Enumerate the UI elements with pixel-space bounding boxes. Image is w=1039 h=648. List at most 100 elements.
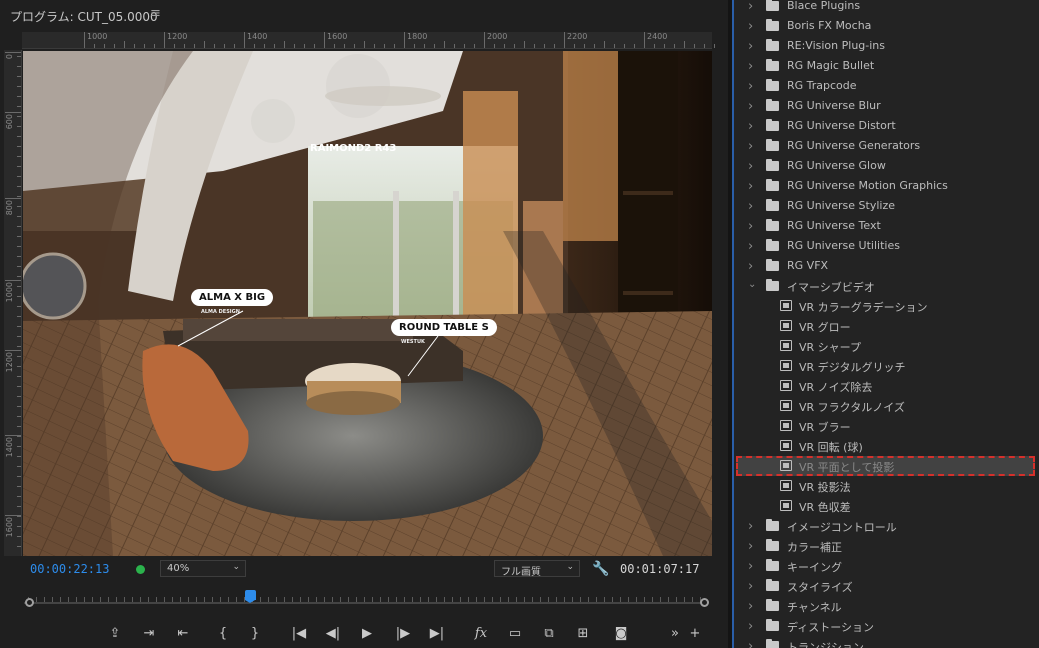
ruler-tick xyxy=(17,286,21,287)
mark-in-button[interactable]: ⇥ xyxy=(138,624,160,642)
chevron-right-icon[interactable]: › xyxy=(748,39,753,54)
effect-folder[interactable]: › キーイング xyxy=(734,556,1039,576)
monitor-title[interactable]: プログラム: CUT_05.0000 xyxy=(10,8,158,25)
effect-item[interactable]: VR デジタルグリッチ xyxy=(734,356,1039,376)
current-timecode[interactable]: 00:00:22:13 xyxy=(30,562,109,576)
chevron-right-icon[interactable]: › xyxy=(748,119,753,134)
chevron-right-icon[interactable]: › xyxy=(748,179,753,194)
scrub-track[interactable] xyxy=(24,602,708,604)
safe-margins-button[interactable]: ▭ xyxy=(504,624,526,642)
playhead[interactable] xyxy=(245,590,256,603)
chevron-right-icon[interactable]: › xyxy=(748,539,753,554)
effect-folder[interactable]: › RG Trapcode xyxy=(734,76,1039,96)
effect-item[interactable]: VR ノイズ除去 xyxy=(734,376,1039,396)
playback-quality-select[interactable]: フル画質 ⌄ xyxy=(494,560,580,578)
chevron-right-icon[interactable]: › xyxy=(748,99,753,114)
effect-folder[interactable]: › イメージコントロール xyxy=(734,516,1039,536)
effect-label: RG Universe Glow xyxy=(787,159,886,172)
ruler-label: 1600 xyxy=(327,32,348,41)
step-back-button[interactable]: ◀| xyxy=(322,624,344,642)
effect-folder[interactable]: › Blace Plugins xyxy=(734,0,1039,16)
chevron-right-icon[interactable]: › xyxy=(748,159,753,174)
effect-item[interactable]: VR グロー xyxy=(734,316,1039,336)
ruler-tick xyxy=(17,136,21,137)
camera-button[interactable]: ◙ xyxy=(610,624,632,642)
ruler-tick xyxy=(17,146,21,147)
play-button[interactable]: ▶ xyxy=(356,624,378,642)
chevron-right-icon[interactable]: › xyxy=(748,79,753,94)
round-table-sub-label: WESTUK xyxy=(401,339,425,345)
effect-folder[interactable]: › RG Universe Stylize xyxy=(734,196,1039,216)
video-preview[interactable]: RAIMOND2 R43 ALMA X BIG ALMA DESIGN ROUN… xyxy=(23,51,712,556)
effect-folder[interactable]: › RG Universe Text xyxy=(734,216,1039,236)
add-button[interactable]: + xyxy=(684,624,706,642)
go-to-out-button[interactable]: ▶| xyxy=(426,624,448,642)
zoom-level-select[interactable]: 40% ⌄ xyxy=(160,560,246,577)
export-frame-button[interactable]: ⇪ xyxy=(104,624,126,642)
ruler-tick xyxy=(354,44,355,48)
effect-item[interactable]: VR 回転 (球) xyxy=(734,436,1039,456)
effect-folder[interactable]: › チャンネル xyxy=(734,596,1039,616)
effect-folder[interactable]: › スタイライズ xyxy=(734,576,1039,596)
chevron-down-icon: ⌄ xyxy=(232,562,240,572)
effect-item[interactable]: VR フラクタルノイズ xyxy=(734,396,1039,416)
chevron-right-icon[interactable]: › xyxy=(748,579,753,594)
chevron-right-icon[interactable]: › xyxy=(748,639,753,648)
effect-folder[interactable]: › RE:Vision Plug-ins xyxy=(734,36,1039,56)
effect-folder[interactable]: ⌄ イマーシブビデオ xyxy=(734,276,1039,296)
effect-folder[interactable]: › カラー補正 xyxy=(734,536,1039,556)
chevron-right-icon[interactable]: › xyxy=(748,599,753,614)
chevron-right-icon[interactable]: › xyxy=(748,59,753,74)
ruler-tick xyxy=(174,44,175,48)
effect-folder[interactable]: › RG Magic Bullet xyxy=(734,56,1039,76)
go-to-out-bracket-button[interactable]: } xyxy=(244,624,266,642)
effect-folder[interactable]: › RG Universe Distort xyxy=(734,116,1039,136)
more-button[interactable]: » xyxy=(664,624,686,642)
ruler-tick xyxy=(694,44,695,48)
chevron-right-icon[interactable]: › xyxy=(748,139,753,154)
effect-item[interactable]: VR 色収差 xyxy=(734,496,1039,516)
scrub-in-handle[interactable] xyxy=(25,598,34,607)
lift-button[interactable]: ⧉ xyxy=(538,624,560,642)
go-to-in-bracket-button[interactable]: { xyxy=(212,624,234,642)
effect-folder[interactable]: › RG Universe Glow xyxy=(734,156,1039,176)
chevron-right-icon[interactable]: › xyxy=(748,219,753,234)
effect-item[interactable]: VR ブラー xyxy=(734,416,1039,436)
effect-item[interactable]: VR 投影法 xyxy=(734,476,1039,496)
chevron-right-icon[interactable]: › xyxy=(748,199,753,214)
effect-item[interactable]: VR 平面として投影 xyxy=(734,456,1039,476)
effect-folder[interactable]: › RG Universe Motion Graphics xyxy=(734,176,1039,196)
effect-folder[interactable]: › RG Universe Blur xyxy=(734,96,1039,116)
chevron-right-icon[interactable]: › xyxy=(748,619,753,634)
chevron-right-icon[interactable]: › xyxy=(748,19,753,34)
scrub-out-handle[interactable] xyxy=(700,598,709,607)
effect-item[interactable]: VR カラーグラデーション xyxy=(734,296,1039,316)
effect-folder[interactable]: › トランジション xyxy=(734,636,1039,648)
chevron-down-icon[interactable]: ⌄ xyxy=(748,279,756,290)
ruler-tick xyxy=(414,44,415,48)
panel-menu-icon[interactable]: ≡ xyxy=(150,6,161,21)
ruler-tick xyxy=(134,44,135,48)
effect-folder[interactable]: › RG Universe Generators xyxy=(734,136,1039,156)
chevron-right-icon[interactable]: › xyxy=(748,0,753,14)
effect-folder[interactable]: › ディストーション xyxy=(734,616,1039,636)
fx-button[interactable]: fx xyxy=(470,624,492,642)
chevron-right-icon[interactable]: › xyxy=(748,559,753,574)
mark-out-button[interactable]: ⇤ xyxy=(172,624,194,642)
chevron-right-icon[interactable]: › xyxy=(748,259,753,274)
ruler-tick xyxy=(17,386,21,387)
chevron-right-icon[interactable]: › xyxy=(748,239,753,254)
effect-folder[interactable]: › Boris FX Mocha xyxy=(734,16,1039,36)
ruler-tick xyxy=(17,116,21,117)
go-to-in-button[interactable]: |◀ xyxy=(288,624,310,642)
wrench-icon[interactable]: 🔧 xyxy=(592,561,609,577)
effect-folder[interactable]: › RG VFX xyxy=(734,256,1039,276)
step-forward-button[interactable]: |▶ xyxy=(392,624,414,642)
chevron-right-icon[interactable]: › xyxy=(748,519,753,534)
scrub-bar[interactable] xyxy=(24,588,709,614)
extract-button[interactable]: ⊞ xyxy=(572,624,594,642)
zoom-level-value: 40% xyxy=(167,563,190,574)
effect-item[interactable]: VR シャープ xyxy=(734,336,1039,356)
effect-folder[interactable]: › RG Universe Utilities xyxy=(734,236,1039,256)
effect-label: RG Universe Utilities xyxy=(787,239,900,252)
